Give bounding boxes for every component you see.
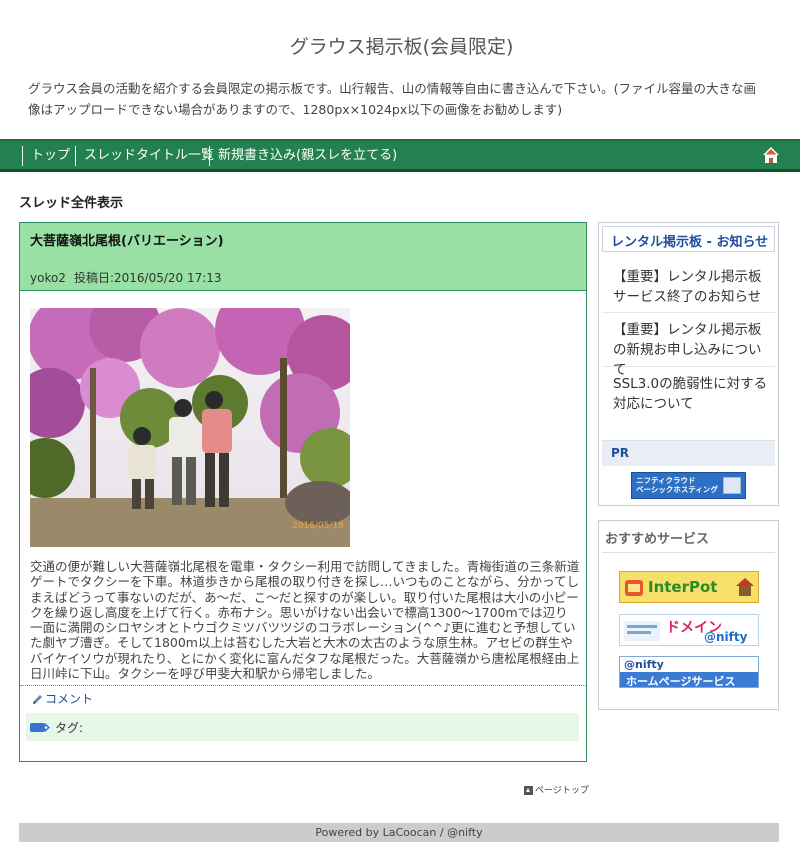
site-description: グラウス会員の活動を紹介する会員限定の掲示板です。山行報告、山の情報等自由に書き…	[28, 81, 757, 117]
sidebar-notices: レンタル掲示板 - お知らせ 【重要】レンタル掲示板サービス終了のお知らせ 【重…	[598, 222, 779, 506]
notice-item[interactable]: SSL3.0の脆弱性に対する対応について	[602, 367, 775, 422]
pr-banner[interactable]: ニフティクラウド ベーシックホスティング	[631, 472, 746, 499]
homepage-nifty-label: @nifty	[624, 658, 664, 671]
comment-label: コメント	[45, 692, 94, 706]
notice-item[interactable]: 【重要】レンタル掲示板サービス終了のお知らせ	[602, 260, 775, 313]
thread-author: yoko2	[30, 271, 66, 285]
thread-header: 大菩薩嶺北尾根(バリエーション) yoko2 投稿日:2016/05/20 17:…	[20, 223, 586, 291]
tag-icon	[30, 723, 50, 732]
notice-list: 【重要】レンタル掲示板サービス終了のお知らせ 【重要】レンタル掲示板の新規お申し…	[602, 260, 775, 422]
thread-body: 交通の便が難しい大菩薩嶺北尾根を電車・タクシー利用で訪問してきました。青梅街道の…	[30, 559, 580, 682]
home-icon[interactable]	[762, 146, 780, 164]
pencil-icon	[33, 695, 42, 704]
site-title: グラウス掲示板(会員限定)	[289, 36, 514, 58]
nav-bar: トップ スレッドタイトル一覧 新規書き込み(親スレを立てる)	[0, 139, 800, 172]
house-icon	[736, 578, 754, 596]
homepage-service-label: ホームページサービス	[626, 675, 736, 688]
thread-divider	[20, 685, 586, 686]
services-divider	[602, 552, 775, 553]
comment-link[interactable]: コメント	[32, 690, 93, 707]
photo-timestamp: 2016/05/18	[292, 521, 344, 531]
thread-photo[interactable]: 2016/05/18	[30, 308, 350, 547]
footer: Powered by LaCoocan / @nifty	[19, 823, 779, 842]
domain-nifty-label: @nifty	[704, 630, 748, 644]
tag-box: タグ:	[26, 713, 579, 741]
thread-card: 大菩薩嶺北尾根(バリエーション) yoko2 投稿日:2016/05/20 17:…	[19, 222, 587, 762]
post-date-label: 投稿日:	[73, 271, 114, 285]
pr-heading: PR	[602, 440, 775, 466]
tag-label: タグ:	[55, 721, 84, 735]
domain-banner[interactable]: ドメイン @nifty	[619, 614, 759, 646]
nav-item-thread-list[interactable]: スレッドタイトル一覧	[75, 146, 214, 166]
thread-title: 大菩薩嶺北尾根(バリエーション)	[30, 234, 224, 249]
page-top-label: ページトップ	[535, 786, 589, 796]
server-box-icon	[723, 477, 741, 494]
nav-item-new-post[interactable]: 新規書き込み(親スレを立てる)	[209, 146, 397, 166]
thread-meta: yoko2 投稿日:2016/05/20 17:13	[30, 269, 222, 286]
interpot-logo-icon	[625, 580, 643, 596]
page-top-link[interactable]: ページトップ	[524, 783, 589, 796]
homepage-service-banner[interactable]: @nifty ホームページサービス	[619, 656, 759, 688]
interpot-label: InterPot	[648, 578, 718, 596]
notice-heading: レンタル掲示板 - お知らせ	[602, 226, 775, 252]
page-heading: スレッド全件表示	[19, 196, 124, 211]
interpot-banner[interactable]: InterPot	[619, 571, 759, 603]
sidebar-services: おすすめサービス InterPot ドメイン @nifty @nifty ホーム…	[598, 520, 779, 710]
nav-item-top[interactable]: トップ	[22, 146, 70, 166]
arrow-up-icon	[524, 786, 533, 795]
services-heading: おすすめサービス	[605, 532, 710, 547]
notice-item[interactable]: 【重要】レンタル掲示板の新規お申し込みについて	[602, 313, 775, 378]
post-date: 2016/05/20 17:13	[114, 271, 222, 285]
domain-logo-icon	[624, 621, 660, 641]
